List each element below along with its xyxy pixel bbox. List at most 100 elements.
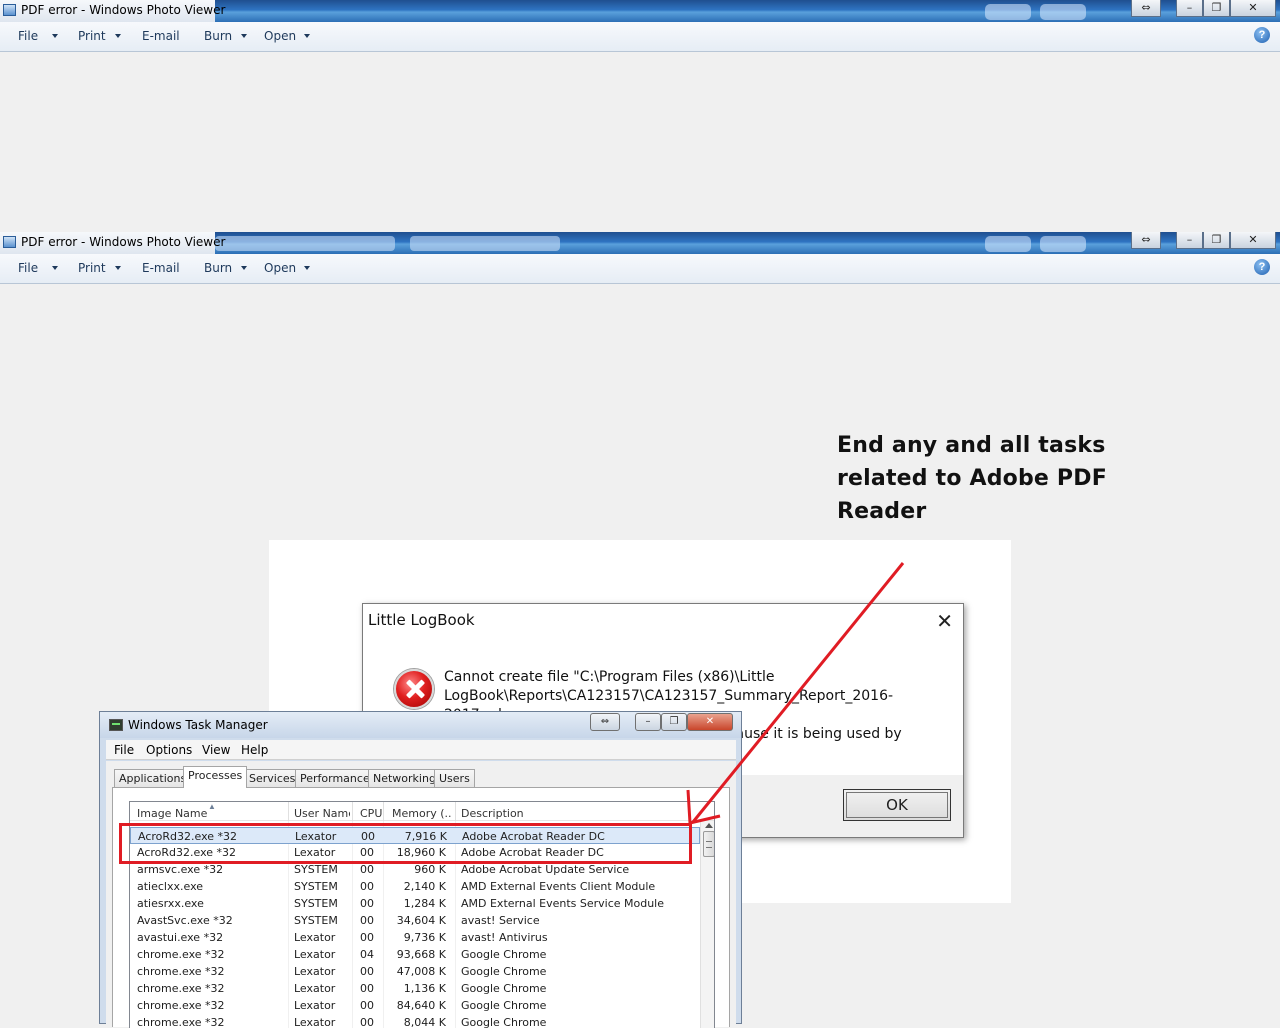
cell-memory: 2,140 K bbox=[403, 880, 446, 893]
cell-memory: 960 K bbox=[414, 863, 446, 876]
title-bar[interactable]: Windows Task Manager ⇔ – ❐ ✕ bbox=[100, 712, 741, 738]
tab-networking[interactable]: Networking bbox=[368, 769, 441, 787]
table-header: ▲ Image Name User Name CPU Memory (... D… bbox=[130, 802, 714, 821]
close-button[interactable]: ✕ bbox=[1230, 232, 1276, 249]
scroll-up-icon[interactable] bbox=[705, 823, 713, 828]
menu-burn[interactable]: Burn bbox=[204, 29, 232, 43]
window-title: PDF error - Windows Photo Viewer bbox=[21, 3, 226, 17]
cell-cpu: 04 bbox=[360, 948, 374, 961]
error-message-line: Cannot create file "C:\Program Files (x8… bbox=[444, 669, 775, 685]
close-icon[interactable]: ✕ bbox=[936, 609, 953, 633]
file-dropdown-icon[interactable] bbox=[52, 266, 58, 270]
table-row[interactable]: avastui.exe *32 Lexator 00 9,736 K avast! An… bbox=[130, 929, 700, 946]
cell-description: Google Chrome bbox=[461, 1016, 547, 1028]
scroll-thumb[interactable] bbox=[703, 831, 714, 857]
menu-print[interactable]: Print bbox=[78, 261, 106, 275]
menu-view[interactable]: View bbox=[202, 743, 230, 757]
minimize-button[interactable]: – bbox=[1176, 232, 1203, 249]
cell-image-name: armsvc.exe *32 bbox=[137, 863, 224, 876]
print-dropdown-icon[interactable] bbox=[115, 266, 121, 270]
tab-services[interactable]: Services bbox=[244, 769, 301, 787]
close-button[interactable]: ✕ bbox=[1230, 0, 1276, 17]
menu-file[interactable]: File bbox=[18, 261, 38, 275]
cell-image-name: atiesrxx.exe bbox=[137, 897, 204, 910]
cell-image-name: chrome.exe *32 bbox=[137, 982, 225, 995]
snap-icon[interactable]: ⇔ bbox=[590, 713, 620, 731]
menu-email[interactable]: E-mail bbox=[142, 29, 180, 43]
tab-performance[interactable]: Performance bbox=[295, 769, 375, 787]
menu-email[interactable]: E-mail bbox=[142, 261, 180, 275]
menu-file[interactable]: File bbox=[18, 29, 38, 43]
title-bar[interactable]: PDF error - Windows Photo Viewer ⇔ – ❐ ✕ bbox=[0, 0, 1280, 22]
close-button[interactable]: ✕ bbox=[687, 713, 733, 731]
cell-cpu: 00 bbox=[360, 982, 374, 995]
cell-memory: 1,136 K bbox=[403, 982, 446, 995]
cell-image-name: chrome.exe *32 bbox=[137, 1016, 225, 1028]
vertical-scrollbar[interactable] bbox=[700, 821, 714, 1028]
annotation-line: related to Adobe PDF bbox=[837, 466, 1107, 491]
tab-processes[interactable]: Processes bbox=[183, 766, 248, 788]
table-row[interactable]: chrome.exe *32 Lexator 00 84,640 K Google Ch… bbox=[130, 997, 700, 1014]
help-icon[interactable]: ? bbox=[1254, 259, 1270, 275]
burn-dropdown-icon[interactable] bbox=[241, 34, 247, 38]
task-manager-icon bbox=[109, 719, 123, 731]
open-dropdown-icon[interactable] bbox=[304, 34, 310, 38]
snap-icon[interactable]: ⇔ bbox=[1131, 0, 1161, 17]
table-row[interactable]: atieclxx.exe SYSTEM 00 2,140 K AMD External … bbox=[130, 878, 700, 895]
cell-memory: 47,008 K bbox=[396, 965, 446, 978]
title-bar[interactable]: PDF error - Windows Photo Viewer ⇔ – ❐ ✕ bbox=[0, 232, 1280, 254]
cell-cpu: 00 bbox=[360, 965, 374, 978]
file-dropdown-icon[interactable] bbox=[52, 34, 58, 38]
menu-burn[interactable]: Burn bbox=[204, 261, 232, 275]
photo-viewer-app-icon bbox=[3, 4, 16, 16]
cell-memory: 8,044 K bbox=[403, 1016, 446, 1028]
table-row[interactable]: chrome.exe *32 Lexator 00 1,136 K Google Chr… bbox=[130, 980, 700, 997]
menu-file[interactable]: File bbox=[114, 743, 134, 757]
cell-cpu: 00 bbox=[360, 897, 374, 910]
error-icon bbox=[394, 669, 434, 709]
column-image-name[interactable]: Image Name bbox=[137, 807, 287, 820]
table-row[interactable]: atiesrxx.exe SYSTEM 00 1,284 K AMD External … bbox=[130, 895, 700, 912]
menu-help[interactable]: Help bbox=[241, 743, 268, 757]
table-row[interactable]: chrome.exe *32 Lexator 00 8,044 K Google Chr… bbox=[130, 1014, 700, 1028]
cell-description: Google Chrome bbox=[461, 965, 547, 978]
cell-user-name: SYSTEM bbox=[294, 863, 338, 876]
minimize-button[interactable]: – bbox=[1176, 0, 1203, 17]
table-row[interactable]: chrome.exe *32 Lexator 00 47,008 K Google Ch… bbox=[130, 963, 700, 980]
cell-description: AMD External Events Client Module bbox=[461, 880, 656, 893]
cell-cpu: 00 bbox=[360, 999, 374, 1012]
column-cpu[interactable]: CPU bbox=[360, 807, 382, 820]
cell-description: Google Chrome bbox=[461, 948, 547, 961]
cell-user-name: Lexator bbox=[294, 1016, 336, 1028]
print-dropdown-icon[interactable] bbox=[115, 34, 121, 38]
maximize-button[interactable]: ❐ bbox=[1203, 0, 1230, 17]
minimize-button[interactable]: – bbox=[635, 713, 661, 731]
menu-options[interactable]: Options bbox=[146, 743, 192, 757]
cell-cpu: 00 bbox=[360, 1016, 374, 1028]
cell-image-name: AvastSvc.exe *32 bbox=[137, 914, 233, 927]
help-icon[interactable]: ? bbox=[1254, 27, 1270, 43]
cell-memory: 34,604 K bbox=[396, 914, 446, 927]
maximize-button[interactable]: ❐ bbox=[1203, 232, 1230, 249]
menu-open[interactable]: Open bbox=[264, 29, 296, 43]
menu-print[interactable]: Print bbox=[78, 29, 106, 43]
cell-image-name: atieclxx.exe bbox=[137, 880, 204, 893]
open-dropdown-icon[interactable] bbox=[304, 266, 310, 270]
maximize-button[interactable]: ❐ bbox=[661, 713, 687, 731]
menu-open[interactable]: Open bbox=[264, 261, 296, 275]
column-memory[interactable]: Memory (... bbox=[392, 807, 452, 820]
cell-user-name: Lexator bbox=[294, 999, 336, 1012]
table-row[interactable]: AvastSvc.exe *32 SYSTEM 00 34,604 K avast! S… bbox=[130, 912, 700, 929]
tab-users[interactable]: Users bbox=[434, 769, 475, 787]
column-user-name[interactable]: User Name bbox=[294, 807, 350, 820]
ok-button[interactable]: OK bbox=[843, 789, 951, 821]
annotation-line: End any and all tasks bbox=[837, 433, 1106, 458]
cell-image-name: chrome.exe *32 bbox=[137, 948, 225, 961]
table-row[interactable]: chrome.exe *32 Lexator 04 93,668 K Google Ch… bbox=[130, 946, 700, 963]
column-description[interactable]: Description bbox=[461, 807, 691, 820]
tab-applications[interactable]: Applications bbox=[114, 769, 192, 787]
snap-icon[interactable]: ⇔ bbox=[1131, 232, 1161, 249]
burn-dropdown-icon[interactable] bbox=[241, 266, 247, 270]
cell-description: Adobe Acrobat Update Service bbox=[461, 863, 630, 876]
cell-memory: 84,640 K bbox=[396, 999, 446, 1012]
